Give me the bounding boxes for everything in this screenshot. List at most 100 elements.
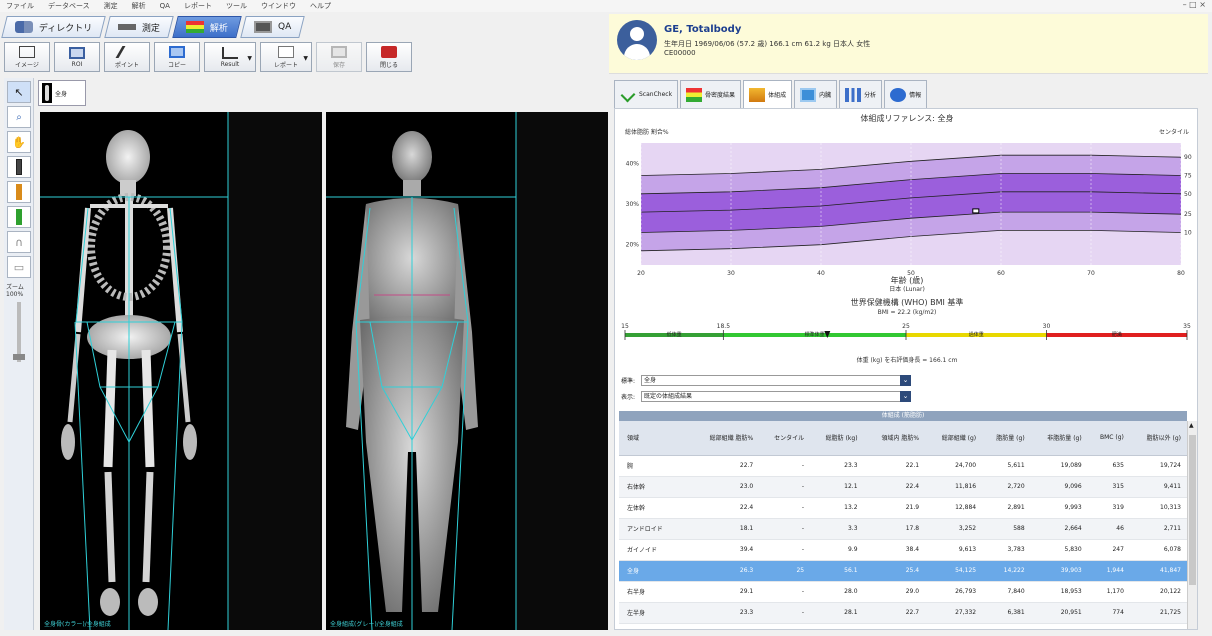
column-header[interactable]: 脂肪以外 (g) xyxy=(1129,421,1187,456)
column-header[interactable]: 総部組織 (g) xyxy=(925,421,983,456)
table-row[interactable]: 全身 26.3 25 56.1 25.4 54,125 14,222 39,903 1,944 4… xyxy=(619,560,1187,582)
tab-measure[interactable]: 測定 xyxy=(104,16,175,38)
copy-button[interactable]: コピー xyxy=(154,42,200,72)
box-tool[interactable]: ▭ xyxy=(7,256,31,278)
reference-source: 日本 (Lunar) xyxy=(889,286,925,293)
patient-name[interactable]: GE, Totalbody xyxy=(664,24,741,35)
table-cell: 18.1 xyxy=(689,518,760,540)
table-scrollbar-thumb[interactable] xyxy=(1189,435,1196,585)
table-cell: 20,951 xyxy=(1030,602,1088,624)
body-gray-icon xyxy=(16,159,22,175)
tab-bmd[interactable]: 骨密度結果 xyxy=(680,80,742,108)
menu-item-6[interactable]: ツール xyxy=(226,1,247,11)
table-cell: 3.3 xyxy=(810,518,864,540)
scan-image-skeleton[interactable]: 全身骨(カラー)/全身組成 xyxy=(40,112,322,630)
y-tick-label: 20% xyxy=(626,242,640,249)
report-button[interactable]: レポート ▼ xyxy=(260,42,312,72)
table-cell: 38.4 xyxy=(863,539,926,561)
table-cell: 28.1 xyxy=(810,602,864,624)
image-tab[interactable]: 全身 xyxy=(38,80,86,106)
menu-item-1[interactable]: データベース xyxy=(48,1,90,11)
tab-analysis[interactable]: 解析 xyxy=(172,16,243,38)
chevron-down-icon[interactable]: ⌄ xyxy=(900,375,911,386)
table-cell: 315 xyxy=(1087,476,1130,498)
gray-image-tool[interactable] xyxy=(7,156,31,178)
close-button[interactable]: 閉じる xyxy=(366,42,412,72)
vertical-toolbar: ↖ ⌕ ✋ ∩ ▭ ズーム 100% xyxy=(4,78,34,630)
scan-caption-skeleton: 全身骨(カラー)/全身組成 xyxy=(44,621,111,628)
green-image-tool[interactable] xyxy=(7,206,31,228)
patient-marker xyxy=(972,208,980,214)
table-cell: 12.1 xyxy=(810,476,864,498)
table-row[interactable]: 右体幹 23.0-12.1 22.4 11,816 2,720 9,096 315 9,411 xyxy=(619,476,1187,498)
display-select-row: 表示: 既定の体組成結果 ⌄ xyxy=(621,391,911,402)
table-cell: 左体幹 xyxy=(619,497,690,519)
column-header[interactable]: センタイル xyxy=(759,421,811,456)
select-tool[interactable]: ↖ xyxy=(7,81,31,103)
scan-image-soft-tissue[interactable]: 全身組成(グレー)/全身組成 xyxy=(326,112,608,630)
zoom-tool[interactable]: ⌕ xyxy=(7,106,31,128)
window-controls[interactable]: – □ × xyxy=(1183,0,1206,9)
curve-tool[interactable]: ∩ xyxy=(7,231,31,253)
zoom-slider-knob[interactable] xyxy=(12,354,25,360)
close-icon xyxy=(381,45,397,58)
scroll-up-icon[interactable]: ▲ xyxy=(1189,422,1194,429)
menu-item-0[interactable]: ファイル xyxy=(6,1,34,11)
pan-tool[interactable]: ✋ xyxy=(7,131,31,153)
menu-item-5[interactable]: レポート xyxy=(184,1,212,11)
body-green-icon xyxy=(16,209,22,225)
tab-directory[interactable]: ディレクトリ xyxy=(1,16,107,38)
column-header[interactable]: 非脂肪量 (g) xyxy=(1030,421,1088,456)
table-row[interactable]: 左半身 23.3-28.1 22.7 27,332 6,381 20,951 774 21,7… xyxy=(619,602,1187,624)
soft-tissue-image xyxy=(326,112,608,630)
info-icon xyxy=(890,87,907,102)
menu-item-8[interactable]: ヘルプ xyxy=(310,1,331,11)
menu-item-2[interactable]: 測定 xyxy=(104,1,118,11)
result-button[interactable]: Result ▼ xyxy=(204,42,256,72)
skeleton-image xyxy=(40,112,322,630)
tab-check[interactable]: ScanCheck xyxy=(614,80,679,108)
column-header[interactable]: 領域内 脂肪% xyxy=(863,421,926,456)
column-header[interactable]: BMC (g) xyxy=(1087,421,1130,456)
zoom-slider[interactable] xyxy=(12,302,25,362)
tab-analysis-chart[interactable]: 分析 xyxy=(839,80,883,108)
table-cell: 22.1 xyxy=(863,455,926,477)
table-cell: - xyxy=(759,455,811,477)
tab-info[interactable]: 情報 xyxy=(884,80,928,108)
roi-icon xyxy=(69,46,85,59)
table-row[interactable]: アンドロイド 18.1-3.3 17.8 3,252 588 2,664 46 2,711 xyxy=(619,518,1187,540)
column-header[interactable]: 総部組織 脂肪% xyxy=(689,421,760,456)
table-row[interactable]: 右半身 29.1-28.0 29.0 26,793 7,840 18,953 1,170 20… xyxy=(619,581,1187,603)
table-row[interactable]: 腕 22.7-23.3 22.1 24,700 5,611 19,089 635 19,724 xyxy=(619,455,1187,477)
column-header[interactable]: 総脂肪 (kg) xyxy=(810,421,864,456)
column-header[interactable]: 領域 xyxy=(619,421,690,456)
percentile-tick-label: 10 xyxy=(1184,229,1192,236)
table-cell: 23.0 xyxy=(689,476,760,498)
menu-item-4[interactable]: QA xyxy=(160,2,170,10)
hand-icon: ✋ xyxy=(12,135,26,149)
save-button[interactable]: 保存 xyxy=(316,42,362,72)
table-row[interactable]: 左体幹 22.4-13.2 21.9 12,884 2,891 9,993 319 10,31… xyxy=(619,497,1187,519)
table-cell: 46 xyxy=(1087,518,1130,540)
point-button[interactable]: ポイント xyxy=(104,42,150,72)
column-header[interactable]: 脂肪量 (g) xyxy=(982,421,1031,456)
chevron-down-icon[interactable]: ⌄ xyxy=(900,391,911,402)
check-icon xyxy=(620,87,636,102)
tab-composition[interactable]: 体組成 xyxy=(743,80,793,108)
color-image-tool[interactable] xyxy=(7,181,31,203)
patient-info: 生年月日 1969/06/06 (57.2 歳) 166.1 cm 61.2 k… xyxy=(664,40,871,48)
qa-icon xyxy=(254,21,273,33)
menu-item-7[interactable]: ウインドウ xyxy=(261,1,296,11)
image-button[interactable]: イメージ xyxy=(4,42,50,72)
menu-bar: ファイル データベース 測定 解析 QA レポート ツール ウインドウ ヘルプ xyxy=(0,0,1212,12)
tab-visceral[interactable]: 内臓 xyxy=(794,80,838,108)
bmi-tick-label: 15 xyxy=(621,323,629,330)
table-scrollbar[interactable]: ▲ xyxy=(1187,421,1197,629)
table-row[interactable]: ガイノイド 39.4-9.9 38.4 9,613 3,783 5,830 247 6,078 xyxy=(619,539,1187,561)
scan-caption-soft-tissue: 全身組成(グレー)/全身組成 xyxy=(330,621,403,628)
menu-item-3[interactable]: 解析 xyxy=(132,1,146,11)
reference-select[interactable]: 全身 ⌄ xyxy=(641,375,911,386)
tab-qa[interactable]: QA xyxy=(240,16,306,38)
roi-button[interactable]: ROI xyxy=(54,42,100,72)
display-select[interactable]: 既定の体組成結果 ⌄ xyxy=(641,391,911,402)
